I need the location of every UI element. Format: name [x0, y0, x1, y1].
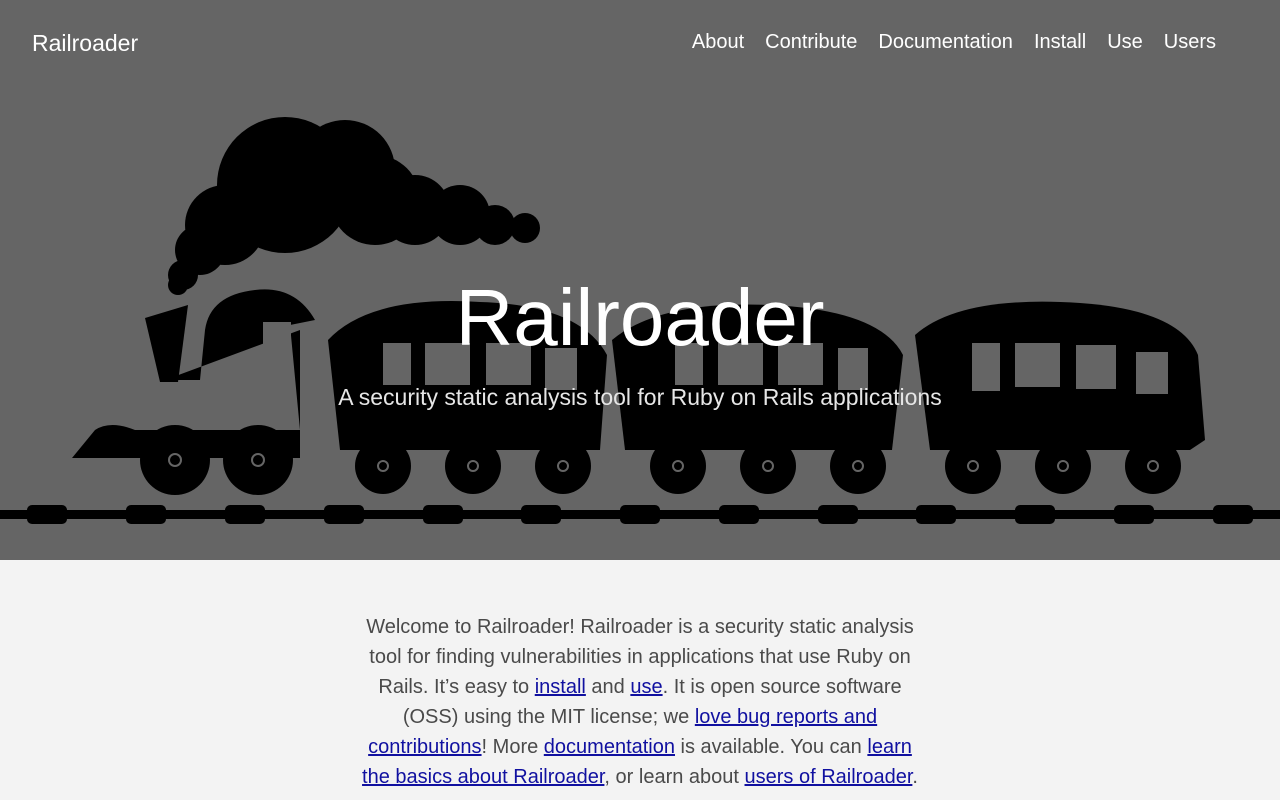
- nav-link-install[interactable]: Install: [1034, 31, 1086, 54]
- intro-text-6: , or learn about: [604, 766, 745, 788]
- brand-logo-link[interactable]: Railroader: [32, 30, 138, 57]
- main-nav: About Contribute Documentation Install U…: [692, 31, 1216, 54]
- intro-text-2: and: [585, 676, 631, 698]
- intro-text-5: is available. You can: [675, 736, 868, 758]
- install-link[interactable]: install: [535, 676, 586, 698]
- nav-link-use[interactable]: Use: [1107, 31, 1143, 54]
- nav-link-contribute[interactable]: Contribute: [765, 31, 857, 54]
- intro-paragraph: Welcome to Railroader! Railroader is a s…: [360, 612, 920, 792]
- intro-section: Welcome to Railroader! Railroader is a s…: [360, 560, 920, 792]
- hero-title: Railroader: [455, 273, 825, 362]
- use-link[interactable]: use: [630, 676, 662, 698]
- intro-text-4: ! More: [481, 736, 544, 758]
- hero-banner: Railroader About Contribute Documentatio…: [0, 0, 1280, 560]
- nav-link-users[interactable]: Users: [1164, 31, 1216, 54]
- users-link[interactable]: users of Railroader: [745, 766, 913, 788]
- hero-subtitle: A security static analysis tool for Ruby…: [338, 384, 942, 410]
- smoke-cloud: [168, 117, 540, 295]
- documentation-link[interactable]: documentation: [544, 736, 675, 758]
- intro-text-7: .: [912, 766, 918, 788]
- nav-link-about[interactable]: About: [692, 31, 744, 54]
- nav-link-documentation[interactable]: Documentation: [878, 31, 1013, 54]
